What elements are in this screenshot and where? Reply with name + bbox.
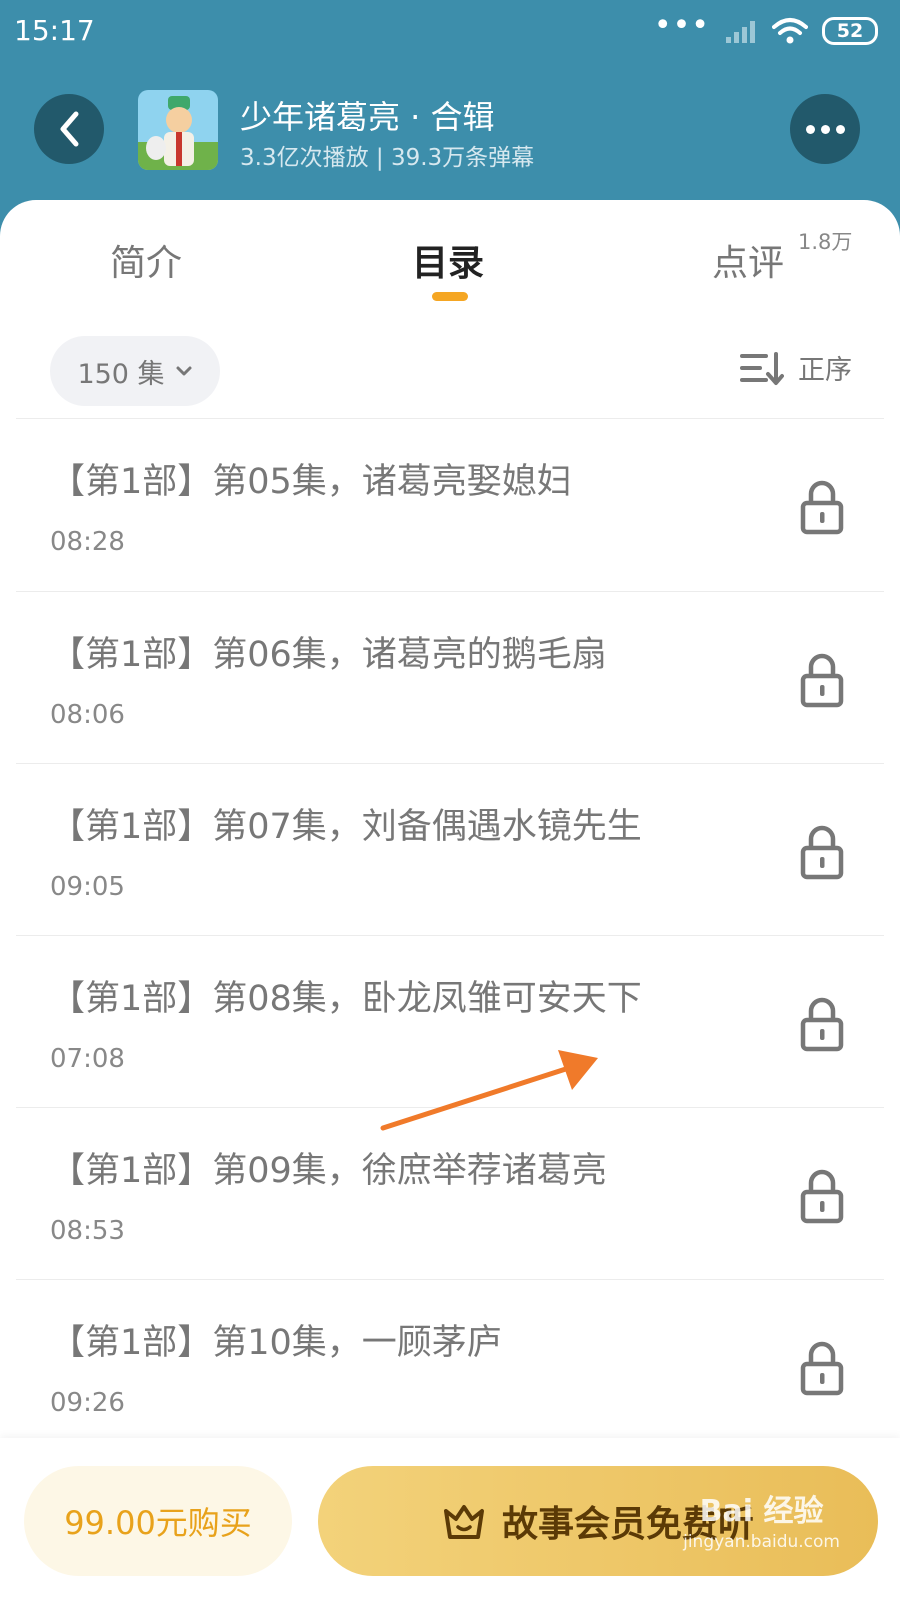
chevron-left-icon xyxy=(60,111,79,147)
watermark-brand: Bai 经验 xyxy=(699,1494,824,1529)
battery-level: 52 xyxy=(836,20,864,42)
filter-row: 150 集 正序 xyxy=(0,330,900,420)
episode-duration: 09:26 xyxy=(50,1388,125,1418)
album-stats: 3.3亿次播放 | 39.3万条弹幕 xyxy=(240,145,535,171)
more-dot-icon xyxy=(835,124,845,134)
back-button[interactable] xyxy=(34,94,104,164)
episode-title: 【第1部】第10集，一顾茅庐 xyxy=(50,1323,502,1363)
episode-item[interactable]: 【第1部】第07集，刘备偶遇水镜先生 09:05 xyxy=(0,764,900,939)
album-title: 少年诸葛亮 · 合辑 xyxy=(240,98,495,136)
sort-icon xyxy=(740,351,784,385)
episode-duration: 08:53 xyxy=(50,1216,125,1246)
tab-intro[interactable]: 简介 xyxy=(110,234,182,286)
content-card: 简介 目录 点评 1.8万 150 集 正序 【第1部】第05集，诸葛亮娶媳妇 … xyxy=(0,200,900,1600)
tab-review[interactable]: 点评 xyxy=(712,234,784,286)
episode-title: 【第1部】第05集，诸葛亮娶媳妇 xyxy=(50,462,572,502)
more-dot-icon xyxy=(820,124,830,134)
crown-basket-icon xyxy=(443,1505,484,1539)
watermark: Bai 经验 jingyan.baidu.com xyxy=(683,1486,840,1552)
lock-icon xyxy=(800,825,844,880)
lock-icon xyxy=(800,1169,844,1224)
sort-order-button[interactable]: 正序 xyxy=(738,348,852,387)
episode-duration: 08:06 xyxy=(50,700,125,730)
episode-duration: 09:05 xyxy=(50,872,125,902)
tab-bar: 简介 目录 点评 1.8万 xyxy=(0,200,900,320)
episode-title: 【第1部】第06集，诸葛亮的鹅毛扇 xyxy=(50,635,607,675)
episode-title: 【第1部】第09集，徐庶举荐诸葛亮 xyxy=(50,1151,607,1191)
episode-range-dropdown[interactable]: 150 集 xyxy=(50,336,220,406)
sort-label: 正序 xyxy=(798,355,852,386)
episode-duration: 07:08 xyxy=(50,1044,125,1074)
lock-icon xyxy=(800,653,844,708)
episode-item[interactable]: 【第1部】第09集，徐庶举荐诸葛亮 08:53 xyxy=(0,1108,900,1283)
lock-icon xyxy=(800,480,844,535)
episode-item[interactable]: 【第1部】第05集，诸葛亮娶媳妇 08:28 xyxy=(0,419,900,594)
episode-item[interactable]: 【第1部】第06集，诸葛亮的鹅毛扇 08:06 xyxy=(0,592,900,767)
lock-icon xyxy=(800,997,844,1052)
cartoon-character-cover-image xyxy=(138,90,218,170)
tab-catalog[interactable]: 目录 xyxy=(412,234,484,286)
episode-count-label: 150 集 xyxy=(77,358,165,390)
status-icons: ••• 52 xyxy=(653,8,878,48)
episode-duration: 08:28 xyxy=(50,527,125,557)
buy-button-label: 99.00元购买 xyxy=(64,1504,252,1542)
episode-title: 【第1部】第07集，刘备偶遇水镜先生 xyxy=(50,807,642,847)
watermark-url: jingyan.baidu.com xyxy=(683,1532,840,1552)
episode-title: 【第1部】第08集，卧龙凤雏可安天下 xyxy=(50,979,642,1019)
status-time: 15:17 xyxy=(14,14,95,47)
purchase-bar: 99.00元购买 故事会员免费听 Bai 经验 jingyan.baidu.co… xyxy=(0,1438,900,1600)
more-dot-icon xyxy=(805,124,815,134)
signal-icon xyxy=(726,21,755,43)
review-count-badge: 1.8万 xyxy=(798,230,853,254)
chevron-down-icon xyxy=(176,366,192,376)
buy-button[interactable]: 99.00元购买 xyxy=(24,1466,292,1576)
album-cover xyxy=(138,90,218,170)
more-button[interactable] xyxy=(790,94,860,164)
episode-item[interactable]: 【第1部】第10集，一顾茅庐 09:26 xyxy=(0,1280,900,1455)
album-header: 少年诸葛亮 · 合辑 3.3亿次播放 | 39.3万条弹幕 xyxy=(0,64,900,204)
wifi-icon xyxy=(772,18,808,44)
active-tab-indicator xyxy=(432,292,468,301)
battery-indicator: 52 xyxy=(822,17,878,45)
episode-item[interactable]: 【第1部】第08集，卧龙凤雏可安天下 07:08 xyxy=(0,936,900,1111)
lock-icon xyxy=(800,1341,844,1396)
notification-dots: ••• xyxy=(653,8,710,43)
status-bar: 15:17 ••• 52 xyxy=(0,0,900,64)
